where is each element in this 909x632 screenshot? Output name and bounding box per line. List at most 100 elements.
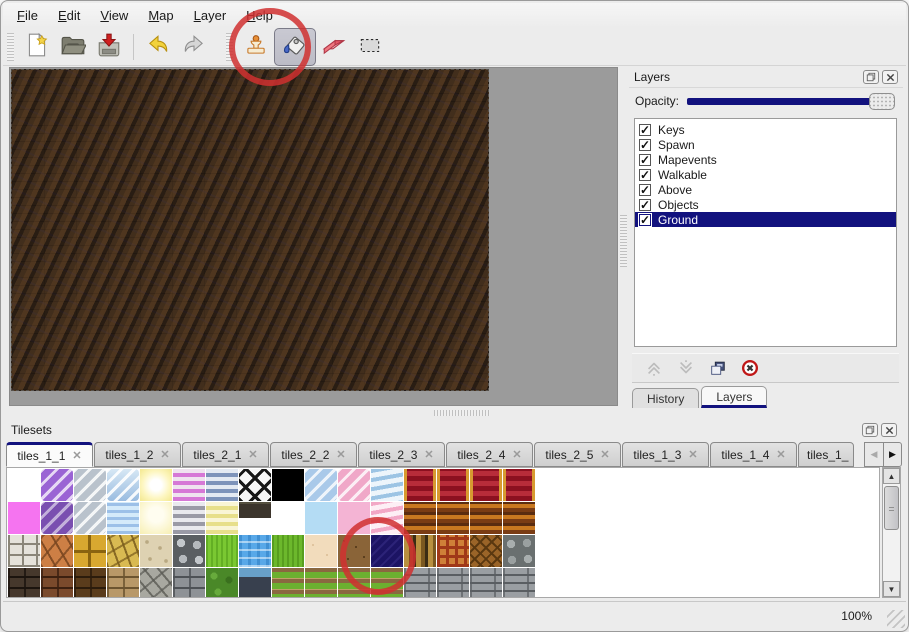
tile-stripes-brown[interactable] <box>470 502 502 534</box>
layer-item-ground[interactable]: ✓Ground <box>635 212 896 227</box>
layer-visibility-checkbox[interactable]: ✓ <box>639 184 651 196</box>
tab-close-icon[interactable]: ✕ <box>160 448 169 461</box>
tile-stripes-brown[interactable] <box>437 502 469 534</box>
panel-tab-history[interactable]: History <box>632 388 699 408</box>
tile-carpet-red[interactable] <box>404 469 436 501</box>
tab-close-icon[interactable]: ✕ <box>512 448 521 461</box>
layer-visibility-checkbox[interactable]: ✓ <box>639 124 651 136</box>
undo-button[interactable] <box>140 30 176 64</box>
scroll-right-arrow-icon[interactable]: ▶ <box>883 442 902 467</box>
layer-visibility-checkbox[interactable]: ✓ <box>639 214 651 226</box>
tile-brick-dark[interactable] <box>8 568 40 598</box>
close-icon[interactable] <box>881 423 897 437</box>
save-map-button[interactable] <box>91 30 127 64</box>
scroll-left-arrow-icon[interactable]: ◀ <box>864 442 883 467</box>
tile-wood-stripes[interactable] <box>404 535 436 567</box>
tile-glass-gray[interactable] <box>74 502 106 534</box>
layer-item-above[interactable]: ✓Above <box>635 182 896 197</box>
tile-brick-darkbrown[interactable] <box>74 568 106 598</box>
tab-close-icon[interactable]: ✕ <box>424 448 433 461</box>
open-map-button[interactable] <box>55 30 91 64</box>
layer-item-spawn[interactable]: ✓Spawn <box>635 137 896 152</box>
scroll-up-arrow-icon[interactable]: ▲ <box>883 468 900 484</box>
scrollbar-thumb[interactable] <box>884 486 899 530</box>
tile-brick-tan[interactable] <box>107 568 139 598</box>
tile-blue-solid[interactable] <box>305 502 337 534</box>
tab-close-icon[interactable]: ✕ <box>600 448 609 461</box>
map-view[interactable] <box>11 69 489 391</box>
tile-planks-gray[interactable] <box>404 568 436 598</box>
tile-dirt-brown[interactable] <box>338 535 370 567</box>
layer-visibility-checkbox[interactable]: ✓ <box>639 154 651 166</box>
tile-grass-path[interactable] <box>305 568 337 598</box>
toolbar-drag-handle[interactable] <box>7 33 14 61</box>
palette-scrollbar[interactable]: ▲ ▼ <box>882 467 901 598</box>
scroll-down-arrow-icon[interactable]: ▼ <box>883 581 900 597</box>
tileset-tab-tiles_2_4[interactable]: tiles_2_4✕ <box>446 442 533 467</box>
tile-planks-gray[interactable] <box>437 568 469 598</box>
layer-item-mapevents[interactable]: ✓Mapevents <box>635 152 896 167</box>
tile-brick-gray[interactable] <box>173 568 205 598</box>
tileset-tab-tiles_1_2[interactable]: tiles_1_2✕ <box>94 442 181 467</box>
menu-edit[interactable]: Edit <box>48 4 90 27</box>
tile-grass[interactable] <box>272 535 304 567</box>
toolbar-drag-handle[interactable] <box>226 33 233 61</box>
tileset-tab-tiles_2_1[interactable]: tiles_2_1✕ <box>182 442 269 467</box>
tile-glass-gray[interactable] <box>74 469 106 501</box>
tile-sand-pale[interactable] <box>305 535 337 567</box>
tab-close-icon[interactable]: ✕ <box>336 448 345 461</box>
eraser-tool-button[interactable] <box>316 30 352 64</box>
tile-basket-weave[interactable] <box>437 535 469 567</box>
tile-ribbon-pink[interactable] <box>371 502 403 534</box>
tile-pale-yellow[interactable] <box>140 502 172 534</box>
tile-planks-gray[interactable] <box>503 568 535 598</box>
close-icon[interactable] <box>882 70 898 84</box>
tile-stone-gray[interactable] <box>140 568 172 598</box>
tile-carpet-red[interactable] <box>437 469 469 501</box>
map-canvas-area[interactable] <box>9 67 618 406</box>
layer-visibility-checkbox[interactable]: ✓ <box>639 199 651 211</box>
tile-glass-purple-dark[interactable] <box>41 502 73 534</box>
tile-tiles-gold[interactable] <box>74 535 106 567</box>
tile-glow-yellow[interactable] <box>140 469 172 501</box>
opacity-slider-handle[interactable] <box>869 93 895 110</box>
tile-glass-purple[interactable] <box>41 469 73 501</box>
tileset-tab-tiles_1_4[interactable]: tiles_1_4✕ <box>710 442 797 467</box>
float-icon[interactable] <box>862 423 878 437</box>
tile-black[interactable] <box>272 469 304 501</box>
float-icon[interactable] <box>863 70 879 84</box>
tab-close-icon[interactable]: ✕ <box>776 448 785 461</box>
tile-ribbon-blue[interactable] <box>371 469 403 501</box>
tile-herringbone[interactable] <box>470 535 502 567</box>
menu-layer[interactable]: Layer <box>184 4 237 27</box>
tile-magenta[interactable] <box>8 502 40 534</box>
fill-bucket-tool-button[interactable] <box>274 28 316 66</box>
tile-water-blue[interactable] <box>107 502 139 534</box>
tile-stripes-yellow[interactable] <box>206 502 238 534</box>
opacity-slider[interactable] <box>687 93 895 110</box>
menu-map[interactable]: Map <box>138 4 183 27</box>
new-map-button[interactable] <box>19 30 55 64</box>
tile-lattice[interactable] <box>239 469 271 501</box>
layer-visibility-checkbox[interactable]: ✓ <box>639 139 651 151</box>
tile-brick-brown[interactable] <box>41 568 73 598</box>
duplicate-layer-button[interactable] <box>708 358 728 378</box>
tile-stripes-brown[interactable] <box>404 502 436 534</box>
tile-carpet-red[interactable] <box>503 469 535 501</box>
tile-stripes-gray[interactable] <box>173 502 205 534</box>
tile-flagstone-orange[interactable] <box>41 535 73 567</box>
tile-grass-path[interactable] <box>272 568 304 598</box>
tab-close-icon[interactable]: ✕ <box>688 448 697 461</box>
tileset-tab-tiles_2_5[interactable]: tiles_2_5✕ <box>534 442 621 467</box>
tile-water[interactable] <box>239 535 271 567</box>
raise-layer-button[interactable] <box>644 358 664 378</box>
tile-carpet-red[interactable] <box>470 469 502 501</box>
tile-grass-bright[interactable] <box>206 535 238 567</box>
tile-stripes-blue[interactable] <box>206 469 238 501</box>
tile-glass-blue[interactable] <box>107 469 139 501</box>
tile-stripes-brown[interactable] <box>503 502 535 534</box>
tile-pink-solid[interactable] <box>338 502 370 534</box>
tile-plaque[interactable] <box>239 502 271 534</box>
tileset-tab-tiles_1[interactable]: tiles_1_ <box>798 442 854 467</box>
menu-file[interactable]: File <box>7 4 48 27</box>
